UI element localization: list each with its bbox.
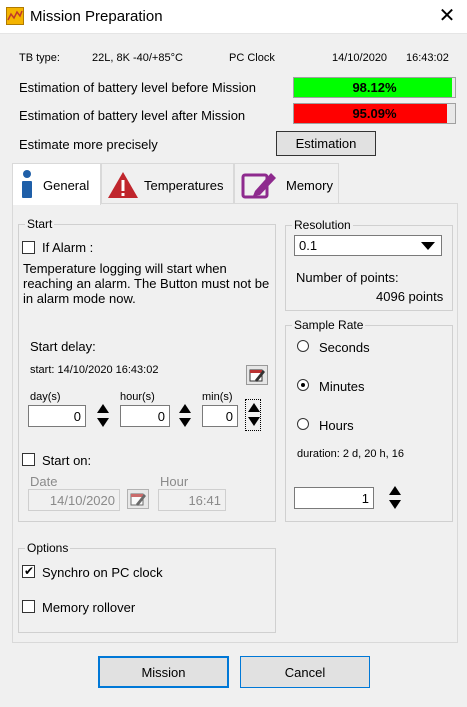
battery-before-label: Estimation of battery level before Missi… [19,80,256,95]
cancel-button[interactable]: Cancel [240,656,370,688]
resolution-legend: Resolution [292,218,353,232]
if-alarm-checkbox[interactable] [22,241,35,254]
synchro-label: Synchro on PC clock [42,565,163,580]
tb-type-label: TB type: [19,52,60,64]
warning-icon [107,170,139,203]
options-group: Options [18,541,276,633]
pc-clock-label: PC Clock [229,52,275,64]
start-on-label: Start on: [42,453,92,468]
estimation-button[interactable]: Estimation [276,131,376,156]
hour-input[interactable]: 16:41 [158,489,226,511]
start-time-text: start: 14/10/2020 16:43:02 [30,364,159,376]
edit-icon [241,169,279,204]
chevron-down-icon [421,242,435,250]
hours-spinner[interactable] [177,401,193,431]
tab-temperatures[interactable]: Temperatures [101,163,234,204]
mins-input[interactable]: 0 [202,405,238,427]
tab-memory-label: Memory [286,178,333,193]
date-label: Date [30,474,58,489]
tab-general[interactable]: General [12,163,101,205]
tab-temperatures-label: Temperatures [144,178,224,193]
battery-after-value: 95.09% [352,106,397,121]
date-input[interactable]: 14/10/2020 [28,489,120,511]
tab-memory[interactable]: Memory [234,163,339,204]
start-on-checkbox[interactable] [22,453,35,466]
radio-seconds-label: Seconds [319,340,370,355]
window-title: Mission Preparation [30,8,163,25]
date-calendar-button[interactable] [127,489,149,509]
points-value: 4096 points [376,289,444,304]
tab-general-label: General [43,178,90,193]
start-legend: Start [25,217,55,231]
rollover-checkbox[interactable] [22,600,35,613]
calendar-icon [247,369,267,387]
days-input[interactable]: 0 [28,405,86,427]
resolution-select[interactable]: 0.1 [294,235,442,256]
pc-date: 14/10/2020 [332,52,388,64]
points-label: Number of points: [296,270,399,285]
sample-rate-input[interactable]: 1 [294,487,374,509]
close-icon[interactable]: ✕ [437,5,457,27]
estimate-label: Estimate more precisely [19,137,158,152]
rollover-label: Memory rollover [42,600,136,615]
if-alarm-label: If Alarm : [42,240,94,255]
days-label: day(s) [30,391,61,403]
app-icon [6,7,24,25]
calendar-icon [128,493,148,511]
hours-input[interactable]: 0 [120,405,170,427]
synchro-checkbox[interactable] [22,564,35,578]
radio-minutes[interactable] [297,379,309,391]
hours-label: hour(s) [120,391,155,403]
sample-rate-legend: Sample Rate [292,318,366,332]
duration-text: duration: 2 d, 20 h, 16 [297,448,405,460]
sample-rate-spinner[interactable] [387,483,403,513]
mins-label: min(s) [202,391,233,403]
calendar-button[interactable] [246,365,268,385]
days-spinner[interactable] [95,401,111,431]
pc-time: 16:43:02 [406,52,449,64]
battery-before-bar: 98.12% [293,77,456,98]
resolution-value: 0.1 [299,238,318,253]
battery-after-label: Estimation of battery level after Missio… [19,108,246,123]
radio-hours[interactable] [297,418,309,430]
battery-before-value: 98.12% [352,80,397,95]
hour-label: Hour [160,474,189,489]
mins-spinner[interactable] [245,399,261,431]
title-bar: Mission Preparation ✕ [0,0,467,34]
options-legend: Options [25,541,71,555]
alarm-description: Temperature logging will start when reac… [23,261,270,306]
info-icon [20,170,34,203]
tb-type-value: 22L, 8K -40/+85°C [92,52,183,64]
radio-seconds[interactable] [297,340,309,352]
battery-after-bar: 95.09% [293,103,456,124]
radio-hours-label: Hours [319,418,354,433]
radio-minutes-label: Minutes [319,379,365,394]
mission-button[interactable]: Mission [98,656,229,688]
start-delay-label: Start delay: [30,339,96,354]
